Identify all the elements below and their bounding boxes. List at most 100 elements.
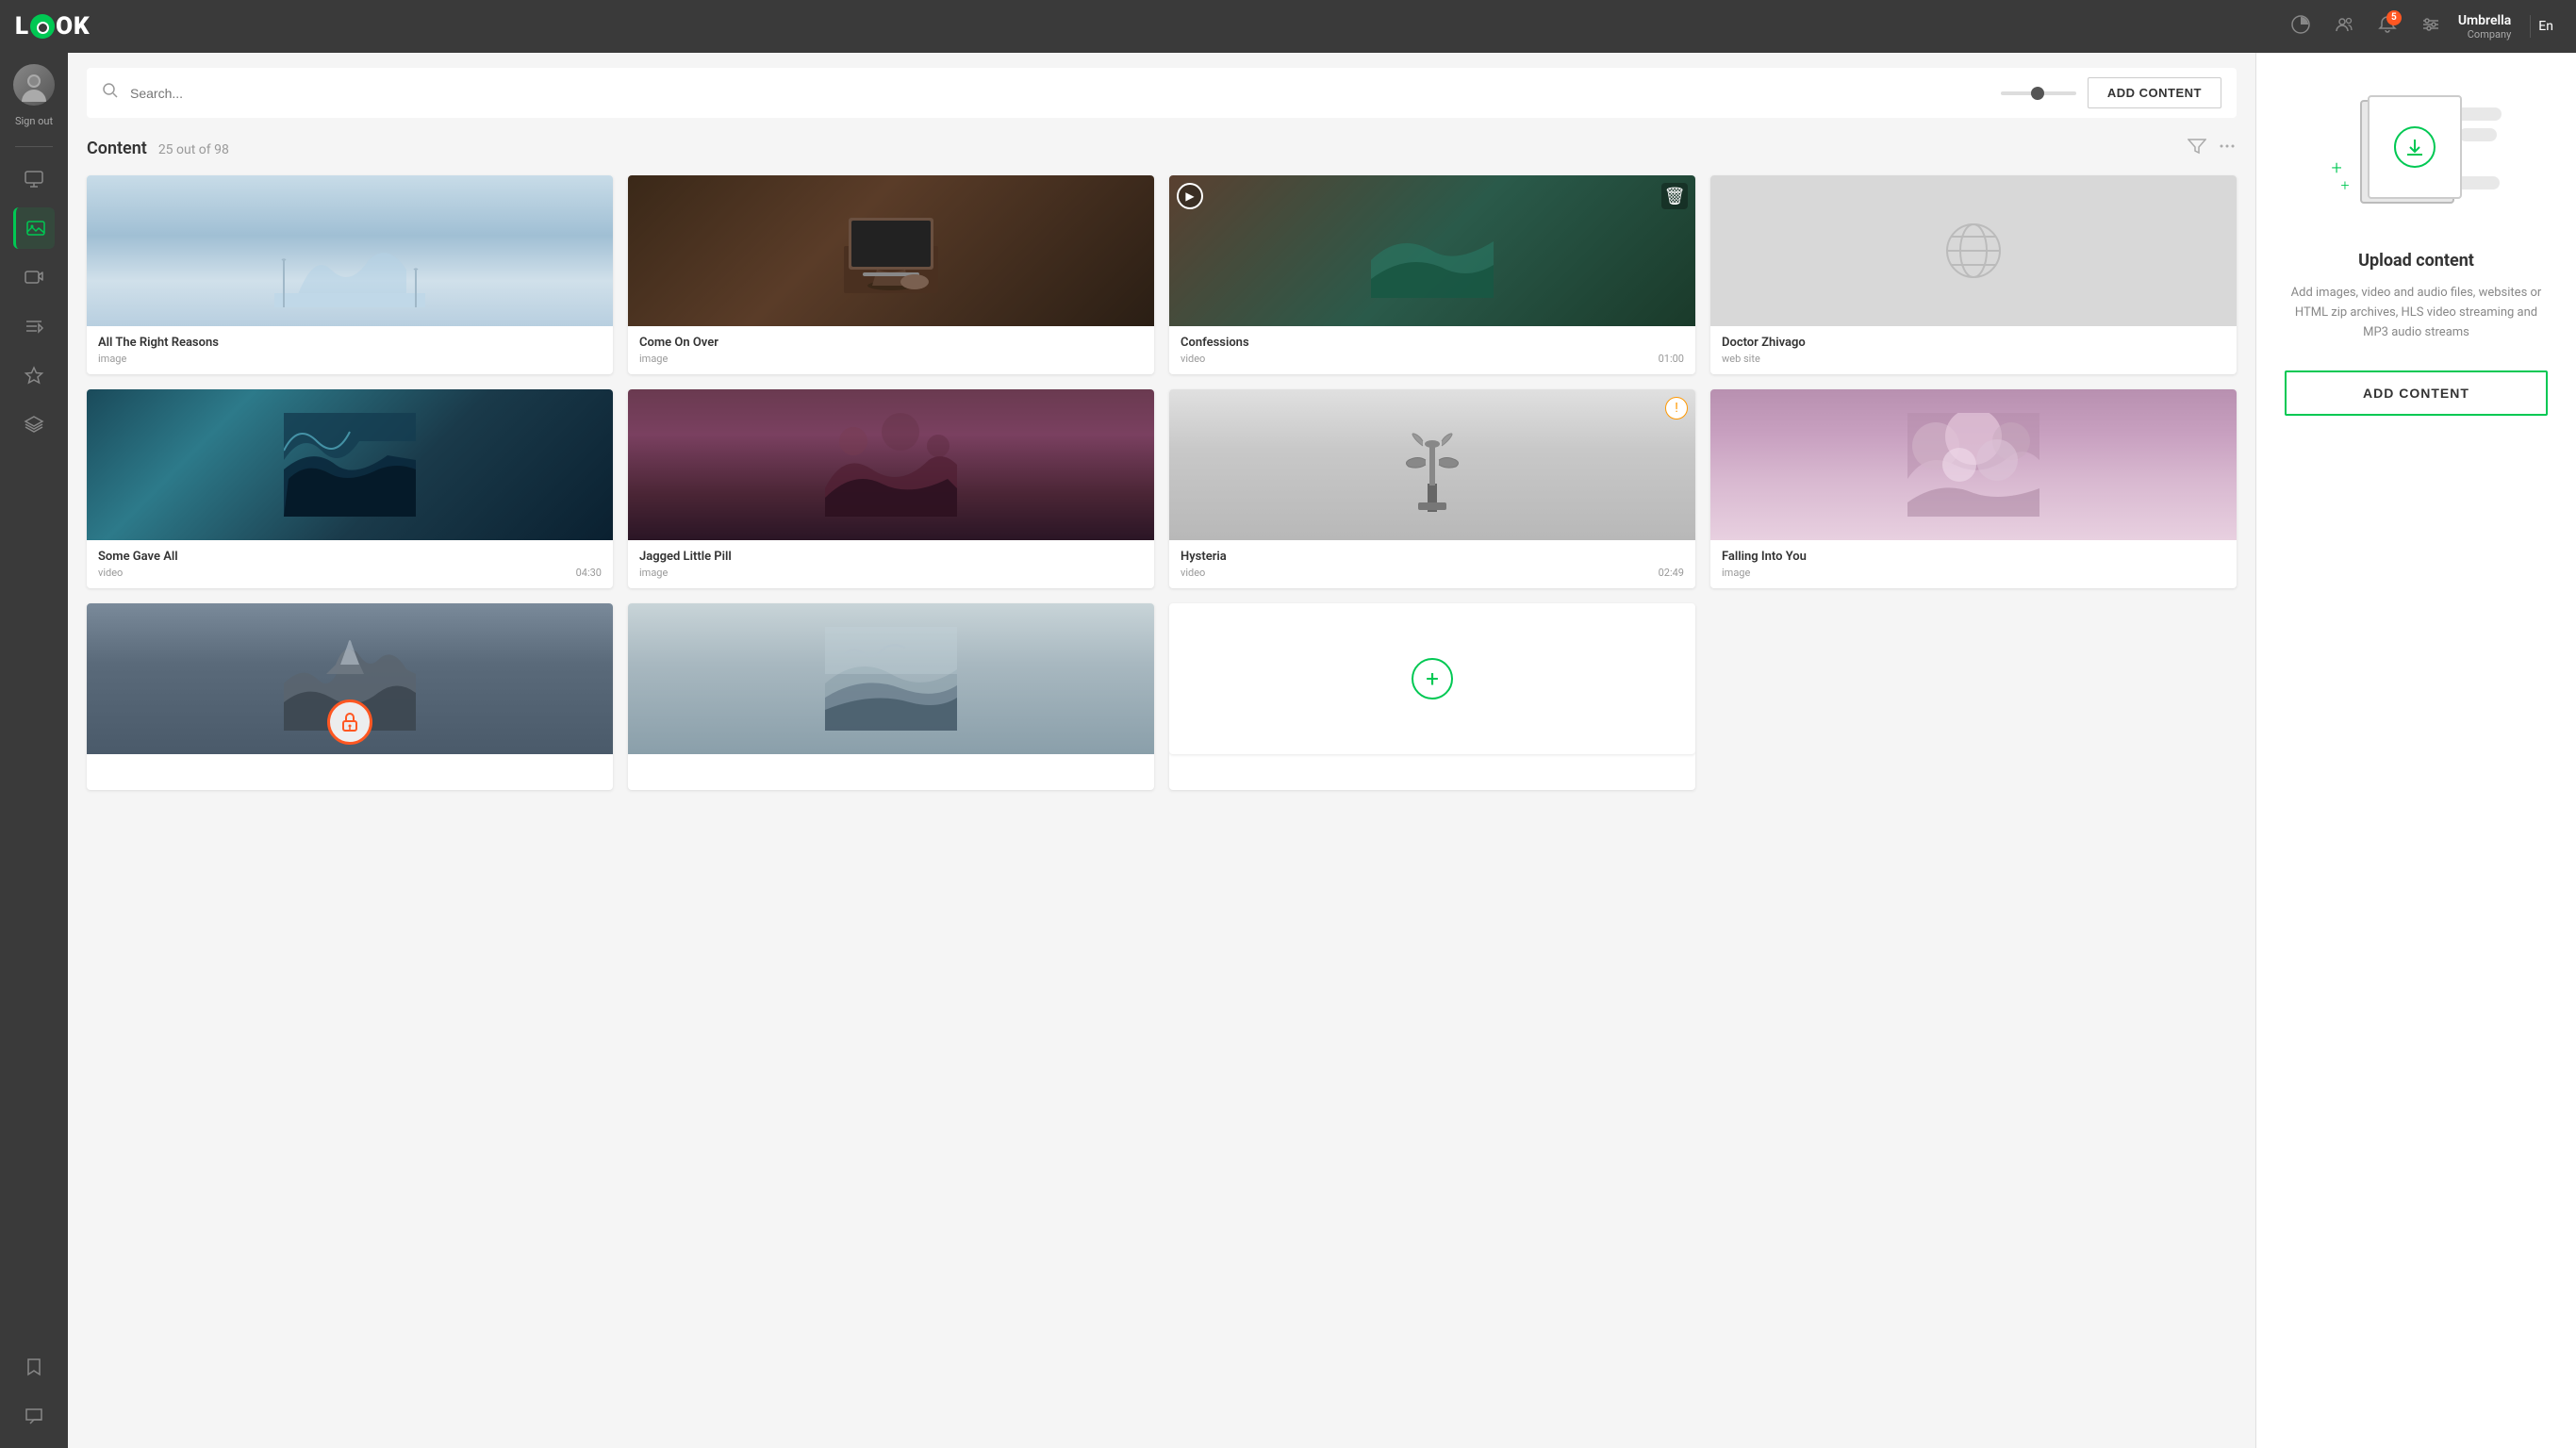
sidebar-item-chat[interactable] [13, 1395, 55, 1437]
search-input[interactable] [130, 86, 1990, 101]
content-card-5[interactable]: Some Gave All video 04:30 [87, 389, 613, 588]
toolbar: ADD CONTENT [87, 68, 2237, 118]
delete-icon-3[interactable]: 🗑 [1661, 183, 1688, 209]
card-meta-4: web site [1722, 353, 2225, 365]
card-info-6: Jagged Little Pill image [628, 540, 1154, 588]
upload-doc-main [2368, 95, 2462, 199]
content-grid: All The Right Reasons image [87, 175, 2237, 790]
card-thumbnail-6 [628, 389, 1154, 540]
content-title-group: Content 25 out of 98 [87, 139, 229, 158]
content-card-3[interactable]: ▶ 🗑 Confessions video 01:00 [1169, 175, 1695, 374]
avatar-image [13, 64, 55, 106]
card-overlay-7: ! [1169, 389, 1695, 540]
card-type-7: video [1181, 567, 1205, 579]
card-type-5: video [98, 567, 123, 579]
add-content-button[interactable]: ADD CONTENT [2088, 77, 2221, 108]
card-title-5: Some Gave All [98, 550, 602, 564]
sidebar-item-images[interactable] [13, 207, 55, 249]
card-thumbnail-9 [87, 603, 613, 754]
notifications-icon[interactable]: 5 [2371, 8, 2403, 45]
settings-icon[interactable] [2415, 8, 2447, 45]
sidebar-item-playlist[interactable] [13, 305, 55, 347]
company-sub: Company [2458, 28, 2511, 41]
content-card-9[interactable] [87, 603, 613, 790]
card-thumbnail-8 [1710, 389, 2237, 540]
upload-description: Add images, video and audio files, websi… [2285, 284, 2548, 342]
sidebar: Sign out [0, 53, 68, 1448]
content-title: Content [87, 139, 147, 158]
upload-title: Upload content [2358, 251, 2474, 271]
slider-thumb [2031, 87, 2044, 100]
content-card-10[interactable] [628, 603, 1154, 790]
card-duration-5: 04:30 [576, 567, 602, 579]
card-title-1: All The Right Reasons [98, 336, 602, 350]
sign-out-label[interactable]: Sign out [15, 115, 53, 127]
card-thumbnail-4 [1710, 175, 2237, 326]
avatar[interactable] [13, 64, 55, 106]
content-card-4[interactable]: Doctor Zhivago web site [1710, 175, 2237, 374]
slider-track [2001, 91, 2076, 95]
users-icon[interactable] [2328, 8, 2360, 45]
download-circle-icon [2394, 126, 2436, 168]
upload-plus-2: + [2341, 176, 2350, 194]
company-selector[interactable]: Umbrella Company [2458, 13, 2511, 41]
card-title-6: Jagged Little Pill [639, 550, 1143, 564]
card-info-3: Confessions video 01:00 [1169, 326, 1695, 374]
company-name: Umbrella [2458, 13, 2511, 28]
more-options-icon[interactable] [2218, 137, 2237, 160]
content-card-6[interactable]: Jagged Little Pill image [628, 389, 1154, 588]
card-type-4: web site [1722, 353, 1760, 365]
right-panel: + + Upload content Add images, video and… [2255, 53, 2576, 1448]
language-selector[interactable]: En [2530, 15, 2561, 38]
sidebar-divider [15, 146, 53, 147]
sidebar-item-video[interactable] [13, 256, 55, 298]
sidebar-item-layers[interactable] [13, 403, 55, 445]
card-meta-5: video 04:30 [98, 567, 602, 579]
card-type-3: video [1181, 353, 1205, 365]
card-title-2: Come On Over [639, 336, 1143, 350]
content-area: ADD CONTENT Content 25 out of 98 [68, 53, 2255, 1448]
content-card-add[interactable]: + - [1169, 603, 1695, 790]
add-card-thumb[interactable]: + [1169, 603, 1695, 754]
zoom-slider[interactable] [2001, 91, 2076, 95]
notification-badge: 5 [2386, 10, 2402, 25]
logo[interactable]: LOK [15, 12, 91, 41]
card-type-2: image [639, 353, 668, 365]
card-duration-3: 01:00 [1659, 353, 1684, 365]
analytics-icon[interactable] [2285, 8, 2317, 45]
card-meta-3: video 01:00 [1181, 353, 1684, 365]
content-card-2[interactable]: Come On Over image [628, 175, 1154, 374]
content-card-8[interactable]: Falling Into You image [1710, 389, 2237, 588]
lock-icon-9 [327, 699, 372, 745]
card-type-8: image [1722, 567, 1750, 579]
card-info-9 [87, 754, 613, 776]
card-info-1: All The Right Reasons image [87, 326, 613, 374]
card-info-4: Doctor Zhivago web site [1710, 326, 2237, 374]
search-icon [102, 82, 119, 104]
card-info-add: - [1169, 754, 1695, 790]
sidebar-item-monitor[interactable] [13, 158, 55, 200]
play-icon-3[interactable]: ▶ [1177, 183, 1203, 209]
card-info-2: Come On Over image [628, 326, 1154, 374]
card-type-1: image [98, 353, 126, 365]
card-info-8: Falling Into You image [1710, 540, 2237, 588]
top-navigation: LOK 5 Umbrella Company En [0, 0, 2576, 53]
add-content-big-button[interactable]: ADD CONTENT [2285, 370, 2548, 416]
card-info-10 [628, 754, 1154, 776]
card-title-8: Falling Into You [1722, 550, 2225, 564]
card-info-5: Some Gave All video 04:30 [87, 540, 613, 588]
warning-icon-7: ! [1665, 397, 1688, 420]
card-title-7: Hysteria [1181, 550, 1684, 564]
sidebar-item-bookmark[interactable] [13, 1346, 55, 1388]
sidebar-item-favorites[interactable] [13, 354, 55, 396]
card-info-7: Hysteria video 02:49 [1169, 540, 1695, 588]
card-duration-7: 02:49 [1659, 567, 1684, 579]
card-meta-6: image [639, 567, 1143, 579]
card-thumbnail-3: ▶ 🗑 [1169, 175, 1695, 326]
card-title-add: - [1181, 764, 1684, 778]
card-thumbnail-1 [87, 175, 613, 326]
content-card-1[interactable]: All The Right Reasons image [87, 175, 613, 374]
content-card-7[interactable]: ! Hysteria video 02:49 [1169, 389, 1695, 588]
filter-icon[interactable] [2188, 137, 2206, 160]
add-plus-icon: + [1412, 658, 1453, 699]
